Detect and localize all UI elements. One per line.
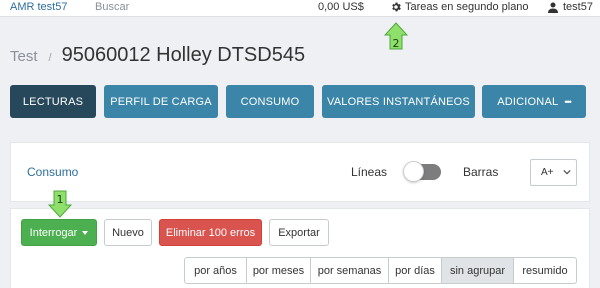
user-name: test57 bbox=[563, 1, 593, 13]
eliminar-label: Eliminar 100 erros bbox=[165, 226, 256, 239]
interrogar-button[interactable]: Interrogar bbox=[21, 219, 97, 246]
gear-icon bbox=[392, 2, 401, 12]
font-size-select[interactable]: A+ bbox=[530, 159, 577, 186]
search-input[interactable]: Buscar bbox=[95, 1, 129, 13]
group-label: resumido bbox=[522, 264, 568, 277]
group-label: por semanas bbox=[317, 264, 382, 277]
tab-label: VALORES INSTANTÁNEOS bbox=[327, 95, 470, 108]
background-tasks-label: Tareas en segundo plano bbox=[405, 1, 529, 13]
brand-link[interactable]: AMR test57 bbox=[10, 1, 67, 13]
tab-perfil-de-carga[interactable]: PERFIL DE CARGA bbox=[104, 85, 218, 118]
balance-label: 0,00 US$ bbox=[318, 1, 364, 13]
tab-lecturas[interactable]: LECTURAS bbox=[10, 85, 96, 118]
background-tasks-link[interactable]: Tareas en segundo plano bbox=[390, 1, 529, 13]
exportar-label: Exportar bbox=[278, 226, 320, 239]
tab-label: CONSUMO bbox=[240, 95, 300, 108]
lines-label: Líneas bbox=[351, 165, 388, 179]
eliminar-button[interactable]: Eliminar 100 erros bbox=[159, 219, 262, 246]
font-size-value: A+ bbox=[541, 167, 554, 178]
breadcrumb-separator: / bbox=[48, 52, 52, 64]
tab-label: PERFIL DE CARGA bbox=[110, 95, 212, 108]
user-menu[interactable]: test57 bbox=[548, 1, 593, 13]
annotation-arrow-2: 2 bbox=[384, 22, 408, 50]
grouping-button-group: por años por meses por semanas por días … bbox=[184, 257, 577, 284]
group-label: por años bbox=[194, 264, 237, 277]
annotation-arrow-1: 1 bbox=[48, 190, 72, 218]
annotation-number: 1 bbox=[57, 193, 64, 206]
group-by-months-button[interactable]: por meses bbox=[246, 257, 311, 284]
tab-adicional[interactable]: ADICIONAL ••• bbox=[482, 85, 586, 118]
exportar-button[interactable]: Exportar bbox=[269, 219, 329, 246]
group-label: por días bbox=[395, 264, 435, 277]
page-title: 95060012 Holley DTSD545 bbox=[61, 44, 306, 66]
caret-down-icon bbox=[82, 230, 89, 235]
toggle-knob bbox=[403, 161, 424, 182]
group-by-years-button[interactable]: por años bbox=[184, 257, 247, 284]
interrogar-label: Interrogar bbox=[29, 226, 78, 239]
group-label: sin agrupar bbox=[449, 264, 506, 277]
consumo-panel: Consumo Líneas Barras A+ bbox=[10, 142, 590, 202]
chevron-down-icon bbox=[563, 169, 571, 175]
bars-label: Barras bbox=[463, 165, 499, 179]
tab-valores-instantaneos[interactable]: VALORES INSTANTÁNEOS bbox=[322, 85, 475, 118]
nuevo-label: Nuevo bbox=[112, 226, 144, 239]
panel-title[interactable]: Consumo bbox=[27, 165, 78, 179]
group-by-days-button[interactable]: por días bbox=[388, 257, 442, 284]
nuevo-button[interactable]: Nuevo bbox=[104, 219, 152, 246]
tab-label: ADICIONAL bbox=[497, 95, 559, 108]
group-by-weeks-button[interactable]: por semanas bbox=[310, 257, 389, 284]
user-icon bbox=[548, 2, 558, 13]
top-bar: AMR test57 Buscar 0,00 US$ Tareas en seg… bbox=[0, 0, 600, 17]
more-icon: ••• bbox=[564, 96, 572, 107]
tab-consumo[interactable]: CONSUMO bbox=[226, 85, 314, 118]
tab-label: LECTURAS bbox=[22, 95, 84, 108]
summary-button[interactable]: resumido bbox=[513, 257, 577, 284]
no-grouping-button[interactable]: sin agrupar bbox=[441, 257, 514, 284]
breadcrumb[interactable]: Test bbox=[10, 48, 38, 65]
page-header: Test / 95060012 Holley DTSD545 bbox=[10, 44, 305, 67]
chart-type-toggle[interactable] bbox=[403, 161, 441, 182]
annotation-number: 2 bbox=[393, 37, 400, 50]
group-label: por meses bbox=[252, 264, 305, 277]
